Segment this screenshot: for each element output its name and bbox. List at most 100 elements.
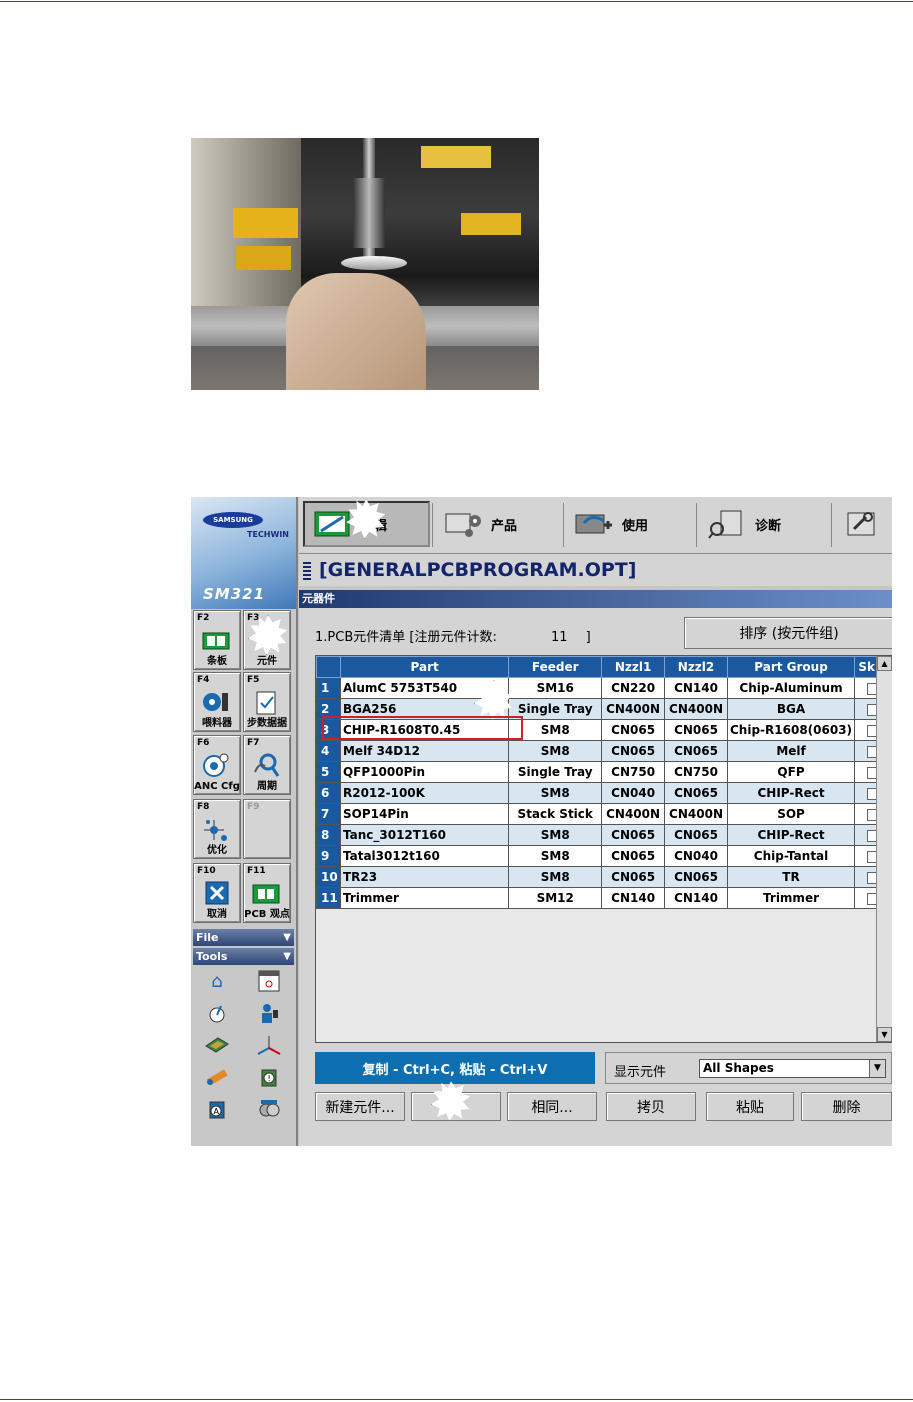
reel-icon[interactable] xyxy=(255,1096,283,1122)
axis-icon[interactable] xyxy=(255,1032,283,1058)
parts-table-body: Part Feeder Nzzl1 Nzzl2 Part Group Skip … xyxy=(316,656,892,909)
shape-filter-select[interactable]: All Shapes ▼ xyxy=(699,1059,886,1078)
trash-a-icon[interactable]: A xyxy=(203,1096,231,1122)
scroll-up-icon[interactable]: ▲ xyxy=(877,656,892,671)
copy-button[interactable]: 拷贝 xyxy=(606,1092,696,1121)
table-scrollbar[interactable]: ▲ ▼ xyxy=(876,656,892,1042)
magnifier-icon xyxy=(252,752,280,778)
table-row[interactable]: 10 TR23 SM8 CN065 CN065 TR xyxy=(316,866,892,888)
cell-group: TR xyxy=(726,866,856,888)
edit-icon xyxy=(313,507,353,541)
home-icon[interactable]: ⌂ xyxy=(203,968,231,994)
row-index: 8 xyxy=(316,824,341,846)
fkey-anc[interactable]: F6 ANC Cfg xyxy=(193,735,241,795)
fkey-code: F8 xyxy=(197,802,210,812)
fkey-optimize[interactable]: F8 优化 xyxy=(193,799,241,859)
toolbar-product[interactable]: 产品 xyxy=(435,501,561,547)
toolbar-separator xyxy=(563,503,564,547)
svg-text:!: ! xyxy=(268,1074,271,1083)
part-count: 1.PCB元件清单 [注册元件计数: 11 ] xyxy=(315,626,591,645)
new-part-button[interactable]: 新建元件... xyxy=(315,1092,405,1121)
cell-group: CHIP-Rect xyxy=(726,782,856,804)
operator-icon[interactable] xyxy=(255,1000,283,1026)
file-menu[interactable]: File ▼ xyxy=(193,929,294,946)
fkey-label: 周期 xyxy=(257,781,277,792)
cell-feeder: SM8 xyxy=(508,824,603,846)
fkey-cycle[interactable]: F7 周期 xyxy=(243,735,291,795)
cell-part: R2012-100K xyxy=(339,782,510,804)
scroll-down-icon[interactable]: ▼ xyxy=(877,1027,892,1042)
fkey-label: 优化 xyxy=(207,845,227,856)
col-part[interactable]: Part xyxy=(339,656,510,678)
svg-text:A: A xyxy=(214,1107,220,1116)
calibration-icon[interactable] xyxy=(203,1064,231,1090)
fkey-pcb-view[interactable]: F11 PCB 观点 xyxy=(243,863,291,923)
paste-button[interactable]: 粘贴 xyxy=(706,1092,794,1121)
cell-group: Chip-Aluminum xyxy=(726,677,856,699)
table-row[interactable]: 4 Melf 34D12 SM8 CN065 CN065 Melf xyxy=(316,740,892,762)
fkey-label: 取消 xyxy=(207,909,227,920)
timer-icon[interactable] xyxy=(203,1000,231,1026)
cell-nzzl1: CN065 xyxy=(601,719,666,741)
fkey-code: F2 xyxy=(197,613,210,623)
cell-nzzl2: CN040 xyxy=(664,845,728,867)
table-row[interactable]: 8 Tanc_3012T160 SM8 CN065 CN065 CHIP-Rect xyxy=(316,824,892,846)
cell-nzzl2: CN065 xyxy=(664,719,728,741)
toolbar-diagnosis-label: 诊断 xyxy=(755,518,782,534)
toolbar-separator xyxy=(831,503,832,547)
optimize-icon xyxy=(202,816,230,842)
brand-logo: SAMSUNG TECHWIN SM321 xyxy=(191,497,296,609)
fkey-feeder[interactable]: F4 喂料器 xyxy=(193,672,241,732)
col-nzzl1[interactable]: Nzzl1 xyxy=(601,656,666,678)
table-row[interactable]: 9 Tatal3012t160 SM8 CN065 CN040 Chip-Tantal xyxy=(316,845,892,867)
cell-part: Melf 34D12 xyxy=(339,740,510,762)
toolbar-tools[interactable] xyxy=(834,501,892,547)
delete-button[interactable]: 删除 xyxy=(801,1092,892,1121)
table-header-row: Part Feeder Nzzl1 Nzzl2 Part Group Skip xyxy=(316,656,892,678)
cell-feeder: Single Tray xyxy=(508,761,603,783)
tools-menu[interactable]: Tools ▼ xyxy=(193,948,294,965)
table-row[interactable]: 11 Trimmer SM12 CN140 CN140 Trimmer xyxy=(316,887,892,909)
tools-menu-label: Tools xyxy=(196,950,228,963)
copy-paste-hint: 复制 - Ctrl+C, 粘贴 - Ctrl+V xyxy=(315,1052,595,1084)
row-index: 1 xyxy=(316,677,341,699)
highlight-box xyxy=(322,716,523,740)
col-nzzl2[interactable]: Nzzl2 xyxy=(664,656,728,678)
board-icon xyxy=(202,627,230,653)
clipboard-icon xyxy=(252,689,280,715)
window-icon[interactable] xyxy=(255,968,283,994)
fkey-board[interactable]: F2 条板 xyxy=(193,610,241,670)
table-row[interactable]: 7 SOP14Pin Stack Stick CN400N CN400N SOP xyxy=(316,803,892,825)
toolbar-utility[interactable]: 使用 xyxy=(566,501,694,547)
trash-warning-icon[interactable]: ! xyxy=(255,1064,283,1090)
fkey-label: 步数据据 xyxy=(247,718,287,729)
part-count-close: ] xyxy=(585,630,591,645)
table-row[interactable]: 6 R2012-100K SM8 CN040 CN065 CHIP-Rect xyxy=(316,782,892,804)
row-index: 6 xyxy=(316,782,341,804)
triangle-down-icon: ▼ xyxy=(283,951,291,962)
conveyor-icon[interactable] xyxy=(203,1032,231,1058)
fkey-label: PCB 观点 xyxy=(244,909,290,920)
fkey-label: 喂料器 xyxy=(202,718,232,729)
toolbar-diagnosis[interactable]: 诊断 xyxy=(699,501,829,547)
cell-feeder: SM8 xyxy=(508,866,603,888)
col-feeder[interactable]: Feeder xyxy=(508,656,603,678)
table-row[interactable]: 1 AlumC 5753T540 SM16 CN220 CN140 Chip-Alumin… xyxy=(316,677,892,699)
cell-nzzl1: CN065 xyxy=(601,740,666,762)
table-row[interactable]: 5 QFP1000Pin Single Tray CN750 CN750 QFP xyxy=(316,761,892,783)
cell-nzzl2: CN065 xyxy=(664,782,728,804)
cell-feeder: SM8 xyxy=(508,740,603,762)
fkey-code: F5 xyxy=(247,675,260,685)
fkey-step[interactable]: F5 步数据据 xyxy=(243,672,291,732)
row-index: 7 xyxy=(316,803,341,825)
col-part-group[interactable]: Part Group xyxy=(726,656,856,678)
fkey-label: 元件 xyxy=(257,656,277,667)
cell-group: SOP xyxy=(726,803,856,825)
same-part-button[interactable]: 相同... xyxy=(507,1092,597,1121)
row-index: 11 xyxy=(316,887,341,909)
fkey-cancel[interactable]: F10 取消 xyxy=(193,863,241,923)
dropdown-arrow-icon[interactable]: ▼ xyxy=(869,1060,885,1077)
fkey-code: F10 xyxy=(197,866,216,876)
cell-feeder: SM8 xyxy=(508,782,603,804)
sort-button[interactable]: 排序 (按元件组) xyxy=(684,617,892,649)
